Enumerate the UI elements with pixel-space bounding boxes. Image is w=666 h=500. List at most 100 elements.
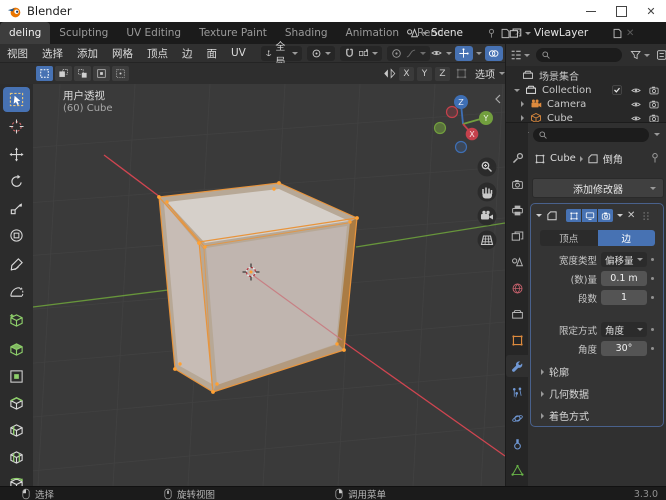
mirror-icon[interactable] [383, 67, 396, 80]
outliner-row-collection[interactable]: Collection [506, 83, 666, 97]
tab-constraints[interactable] [506, 433, 528, 455]
unpin-icon[interactable] [486, 28, 497, 39]
tool-scale[interactable] [3, 196, 30, 221]
workspace-tab-sculpting[interactable]: Sculpting [50, 22, 117, 44]
breadcrumb-modifier[interactable]: 倒角 [603, 151, 623, 166]
editor-type-icon[interactable] [510, 49, 522, 61]
affect-edges-tab[interactable]: 边 [597, 230, 655, 246]
affect-vertices-tab[interactable]: 顶点 [540, 230, 598, 246]
mirror-x-toggle[interactable]: X [399, 66, 414, 81]
tab-modifiers[interactable] [506, 355, 528, 377]
tool-measure[interactable] [3, 279, 30, 304]
tab-object[interactable] [506, 329, 528, 351]
show-gizmo-button[interactable] [454, 45, 473, 61]
mirror-y-toggle[interactable]: Y [417, 66, 432, 81]
hide-eye-icon[interactable] [630, 99, 642, 110]
scene-selector[interactable]: Scene ✕ [406, 24, 522, 42]
render-visibility-icon[interactable] [648, 99, 660, 110]
display-options-icon[interactable] [656, 49, 666, 61]
menu-face[interactable]: 面 [200, 46, 225, 61]
workspace-tab-modeling[interactable]: deling [0, 22, 51, 44]
menu-add[interactable]: 添加 [70, 46, 105, 61]
animate-dot[interactable] [651, 277, 654, 280]
show-overlays-button[interactable] [484, 45, 503, 61]
delete-modifier-icon[interactable]: ✕ [627, 210, 635, 221]
menu-view[interactable]: 视图 [0, 46, 35, 61]
tool-knife[interactable] [3, 445, 30, 470]
ortho-toggle-button[interactable] [477, 230, 497, 250]
tool-extrude-region[interactable] [3, 337, 30, 362]
tool-loop-cut[interactable] [3, 418, 30, 443]
camera-view-button[interactable] [477, 206, 497, 226]
menu-edge[interactable]: 边 [175, 46, 200, 61]
section-profile[interactable]: 轮廓 [541, 364, 569, 379]
workspace-tab-texture-paint[interactable]: Texture Paint [190, 22, 276, 44]
select-mode-extend[interactable] [55, 66, 72, 81]
disclosure-right-icon[interactable] [521, 101, 524, 107]
outliner-row-scene-collection[interactable]: 场景集合 [506, 68, 666, 83]
toggle-edit-mode-display[interactable] [566, 209, 581, 222]
exclude-checkbox[interactable] [612, 85, 622, 95]
scene-name[interactable]: Scene [431, 27, 483, 39]
minimize-button[interactable] [576, 0, 606, 22]
tool-annotate[interactable] [3, 252, 30, 277]
snap-disabled-icon[interactable] [455, 67, 468, 80]
tool-add-cube[interactable] [3, 308, 30, 333]
breadcrumb-object[interactable]: Cube [550, 153, 576, 164]
section-geometry[interactable]: 几何数据 [541, 386, 589, 401]
add-modifier-button[interactable]: 添加修改器 [532, 178, 664, 198]
tab-render[interactable] [506, 173, 528, 195]
segments-field[interactable]: 1 [601, 290, 647, 305]
filter-icon[interactable] [630, 49, 641, 61]
tab-object-data[interactable] [506, 459, 528, 481]
pan-button[interactable] [477, 182, 497, 202]
new-view-layer-icon[interactable] [612, 28, 623, 39]
mirror-z-toggle[interactable]: Z [435, 66, 450, 81]
tool-transform[interactable] [3, 223, 30, 248]
close-button[interactable]: ✕ [636, 0, 666, 22]
zoom-button[interactable] [477, 157, 497, 177]
workspace-tab-animation[interactable]: Animation [337, 22, 409, 44]
amount-field[interactable]: 0.1 m [601, 271, 647, 286]
tab-scene[interactable] [506, 251, 528, 273]
width-type-dropdown[interactable]: 偏移量 [601, 252, 647, 267]
transform-orientation-dropdown[interactable]: 全局 [260, 42, 302, 68]
pivot-point-dropdown[interactable] [306, 45, 335, 61]
hide-eye-icon[interactable] [630, 85, 642, 96]
menu-vertex[interactable]: 顶点 [140, 46, 175, 61]
select-mode-invert[interactable] [93, 66, 110, 81]
angle-field[interactable]: 30° [601, 341, 647, 356]
magnet-icon[interactable] [344, 48, 355, 59]
workspace-tab-uv-editing[interactable]: UV Editing [117, 22, 190, 44]
outliner-row-camera[interactable]: Camera [506, 97, 666, 111]
menu-uv[interactable]: UV [224, 47, 253, 59]
snap-widget[interactable] [339, 45, 382, 61]
tool-cursor[interactable] [3, 114, 30, 139]
select-mode-subtract[interactable] [74, 66, 91, 81]
render-visibility-icon[interactable] [648, 113, 660, 123]
disclosure-right-icon[interactable] [521, 115, 524, 121]
render-visibility-icon[interactable] [648, 85, 660, 96]
toggle-realtime-display[interactable] [582, 209, 597, 222]
maximize-button[interactable] [606, 0, 636, 22]
options-dropdown[interactable]: 选项 [475, 66, 505, 81]
sidebar-collapse-arrow[interactable] [495, 94, 501, 104]
tab-output[interactable] [506, 199, 528, 221]
select-mode-intersect[interactable] [112, 66, 129, 81]
properties-search-input[interactable] [533, 128, 649, 142]
select-mode-set[interactable] [36, 66, 53, 81]
tool-bevel[interactable] [3, 391, 30, 416]
navigation-gizmo[interactable]: Z Y X [433, 95, 494, 154]
animate-dot[interactable] [651, 296, 654, 299]
panel-expand-icon[interactable] [536, 214, 542, 217]
menu-mesh[interactable]: 网格 [105, 46, 140, 61]
view-layer-name[interactable]: ViewLayer [534, 27, 609, 39]
proportional-edit-widget[interactable] [386, 45, 430, 61]
animate-dot[interactable] [651, 347, 654, 350]
outliner-search-input[interactable] [536, 48, 623, 62]
extras-dropdown-icon[interactable] [617, 214, 623, 217]
drag-handle-icon[interactable] [641, 211, 651, 221]
tab-collection[interactable] [506, 303, 528, 325]
tab-world[interactable] [506, 277, 528, 299]
tool-select-tweak[interactable] [3, 87, 30, 112]
